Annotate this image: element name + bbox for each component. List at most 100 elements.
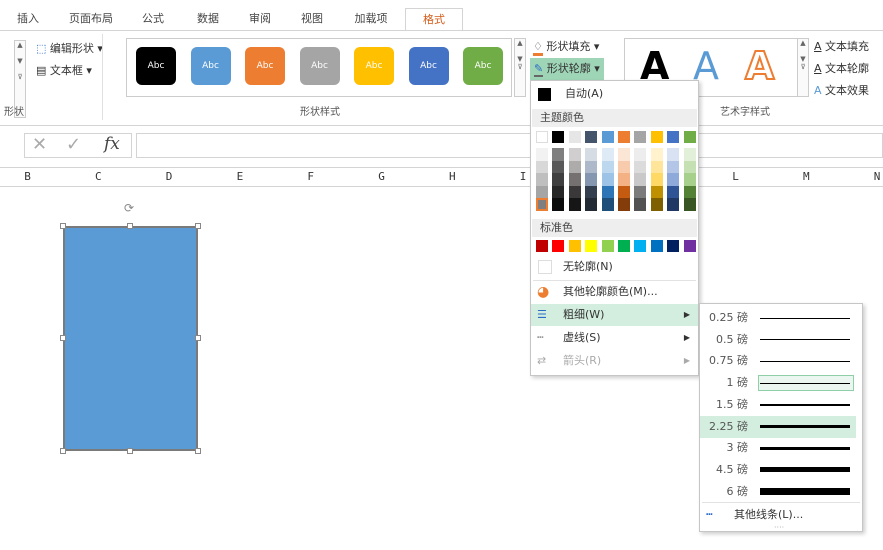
wordart-style-orange-outline[interactable]: A: [744, 43, 775, 89]
theme-shade-swatch[interactable]: [667, 148, 680, 161]
column-header-D[interactable]: D: [134, 168, 205, 186]
insert-function-icon[interactable]: fx: [104, 134, 120, 154]
menu-item-no-outline[interactable]: 无轮廓(N): [531, 256, 698, 278]
theme-shade-swatch[interactable]: [650, 148, 663, 161]
column-header-L[interactable]: L: [700, 168, 771, 186]
theme-shade-swatch[interactable]: [552, 160, 565, 173]
theme-shade-swatch[interactable]: [634, 185, 647, 198]
theme-shade-swatch[interactable]: [618, 185, 630, 198]
theme-shade-swatch[interactable]: [552, 148, 565, 161]
resize-handle[interactable]: [127, 223, 133, 229]
tab-0[interactable]: 插入: [2, 8, 54, 30]
theme-shade-swatch[interactable]: [650, 160, 663, 173]
weight-option[interactable]: 1.5 磅: [700, 394, 862, 416]
styles-gallery-scroll[interactable]: ▲ ▼ ⊽: [514, 38, 526, 97]
weight-option[interactable]: 0.25 磅: [700, 307, 862, 329]
theme-shade-swatch[interactable]: [601, 148, 614, 161]
theme-shade-swatch[interactable]: [585, 185, 598, 198]
shape-style-3[interactable]: Abc: [299, 47, 340, 85]
column-header-F[interactable]: F: [275, 168, 346, 186]
column-header-G[interactable]: G: [346, 168, 417, 186]
wordart-gallery-scroll[interactable]: ▲ ▼ ⊽: [797, 38, 809, 97]
shape-style-4[interactable]: Abc: [354, 47, 394, 85]
theme-shade-swatch[interactable]: [568, 173, 581, 186]
theme-color-swatch[interactable]: [634, 131, 647, 143]
theme-color-swatch[interactable]: [667, 131, 680, 143]
theme-shade-swatch[interactable]: [536, 185, 548, 198]
column-header-C[interactable]: C: [63, 168, 134, 186]
theme-color-swatch[interactable]: [683, 131, 696, 143]
theme-color-swatch[interactable]: [552, 131, 565, 143]
theme-color-swatch[interactable]: [536, 131, 548, 143]
shape-fill-button[interactable]: ♢ 形状填充 ▾: [533, 38, 599, 56]
rectangle-shape[interactable]: [63, 226, 198, 451]
theme-shade-swatch[interactable]: [601, 173, 614, 186]
standard-color-swatch[interactable]: [536, 240, 548, 252]
theme-shade-swatch[interactable]: [634, 198, 647, 211]
resize-handle[interactable]: [60, 335, 66, 341]
cancel-icon[interactable]: ✕: [32, 134, 47, 155]
resize-handle[interactable]: [60, 223, 66, 229]
formula-input[interactable]: [136, 133, 883, 158]
theme-shade-swatch[interactable]: [568, 198, 581, 211]
theme-shade-swatch[interactable]: [683, 185, 696, 198]
standard-color-swatch[interactable]: [667, 240, 680, 252]
theme-shade-swatch[interactable]: [601, 160, 614, 173]
resize-handle[interactable]: [195, 335, 201, 341]
theme-shade-swatch[interactable]: [667, 160, 680, 173]
standard-color-swatch[interactable]: [634, 240, 647, 252]
tab-4[interactable]: 审阅: [236, 8, 284, 30]
theme-shade-swatch[interactable]: [568, 148, 581, 161]
standard-color-swatch[interactable]: [650, 240, 663, 252]
theme-shade-swatch[interactable]: [568, 185, 581, 198]
column-header-M[interactable]: M: [771, 168, 842, 186]
weight-option[interactable]: 2.25 磅: [700, 415, 856, 438]
theme-shade-swatch[interactable]: [601, 198, 614, 211]
column-header-B[interactable]: B: [0, 168, 63, 186]
enter-icon[interactable]: ✓: [66, 134, 81, 155]
theme-shade-swatch[interactable]: [552, 198, 565, 211]
menu-item-weight[interactable]: ☰ 粗细(W) ▶: [531, 304, 698, 326]
theme-color-swatch[interactable]: [650, 131, 663, 143]
theme-shade-swatch[interactable]: [650, 198, 663, 211]
tab-6[interactable]: 加载项: [340, 8, 402, 30]
shape-style-0[interactable]: Abc: [136, 47, 176, 85]
weight-option[interactable]: 6 磅: [700, 481, 862, 503]
theme-shade-swatch[interactable]: [667, 198, 680, 211]
theme-shade-swatch[interactable]: [650, 185, 663, 198]
theme-shade-swatch[interactable]: [634, 148, 647, 161]
text-outline-button[interactable]: A 文本轮廓: [814, 60, 869, 76]
standard-color-swatch[interactable]: [601, 240, 614, 252]
weight-option[interactable]: 0.5 磅: [700, 329, 862, 351]
tab-3[interactable]: 数据: [184, 8, 232, 30]
shape-style-1[interactable]: Abc: [190, 47, 231, 85]
text-fill-button[interactable]: A 文本填充: [814, 38, 869, 54]
text-box-button[interactable]: ▤ 文本框 ▾: [36, 62, 92, 78]
weight-option[interactable]: 1 磅: [700, 372, 862, 394]
theme-shade-swatch[interactable]: [552, 173, 565, 186]
tab-7[interactable]: 格式: [405, 8, 463, 30]
weight-option[interactable]: 4.5 磅: [700, 459, 862, 481]
theme-shade-swatch[interactable]: [585, 198, 598, 211]
theme-shade-swatch[interactable]: [650, 173, 663, 186]
theme-shade-swatch[interactable]: [683, 160, 696, 173]
rotate-handle-icon[interactable]: ⟳: [124, 201, 134, 215]
text-effects-button[interactable]: A 文本效果: [814, 82, 869, 98]
theme-shade-swatch[interactable]: [568, 160, 581, 173]
theme-color-swatch[interactable]: [601, 131, 614, 143]
theme-shade-swatch[interactable]: [618, 173, 630, 186]
standard-color-swatch[interactable]: [552, 240, 565, 252]
theme-shade-swatch[interactable]: [683, 173, 696, 186]
theme-shade-swatch[interactable]: [536, 160, 548, 173]
theme-shade-swatch[interactable]: [667, 185, 680, 198]
theme-shade-swatch[interactable]: [585, 148, 598, 161]
theme-shade-swatch[interactable]: [618, 198, 630, 211]
resize-grip-icon[interactable]: ····: [774, 523, 784, 532]
theme-shade-swatch[interactable]: [536, 198, 548, 211]
resize-handle[interactable]: [60, 448, 66, 454]
shape-style-6[interactable]: Abc: [463, 47, 503, 85]
shape-style-5[interactable]: Abc: [408, 47, 449, 85]
theme-color-swatch[interactable]: [618, 131, 630, 143]
theme-shade-swatch[interactable]: [536, 173, 548, 186]
tab-5[interactable]: 视图: [290, 8, 334, 30]
